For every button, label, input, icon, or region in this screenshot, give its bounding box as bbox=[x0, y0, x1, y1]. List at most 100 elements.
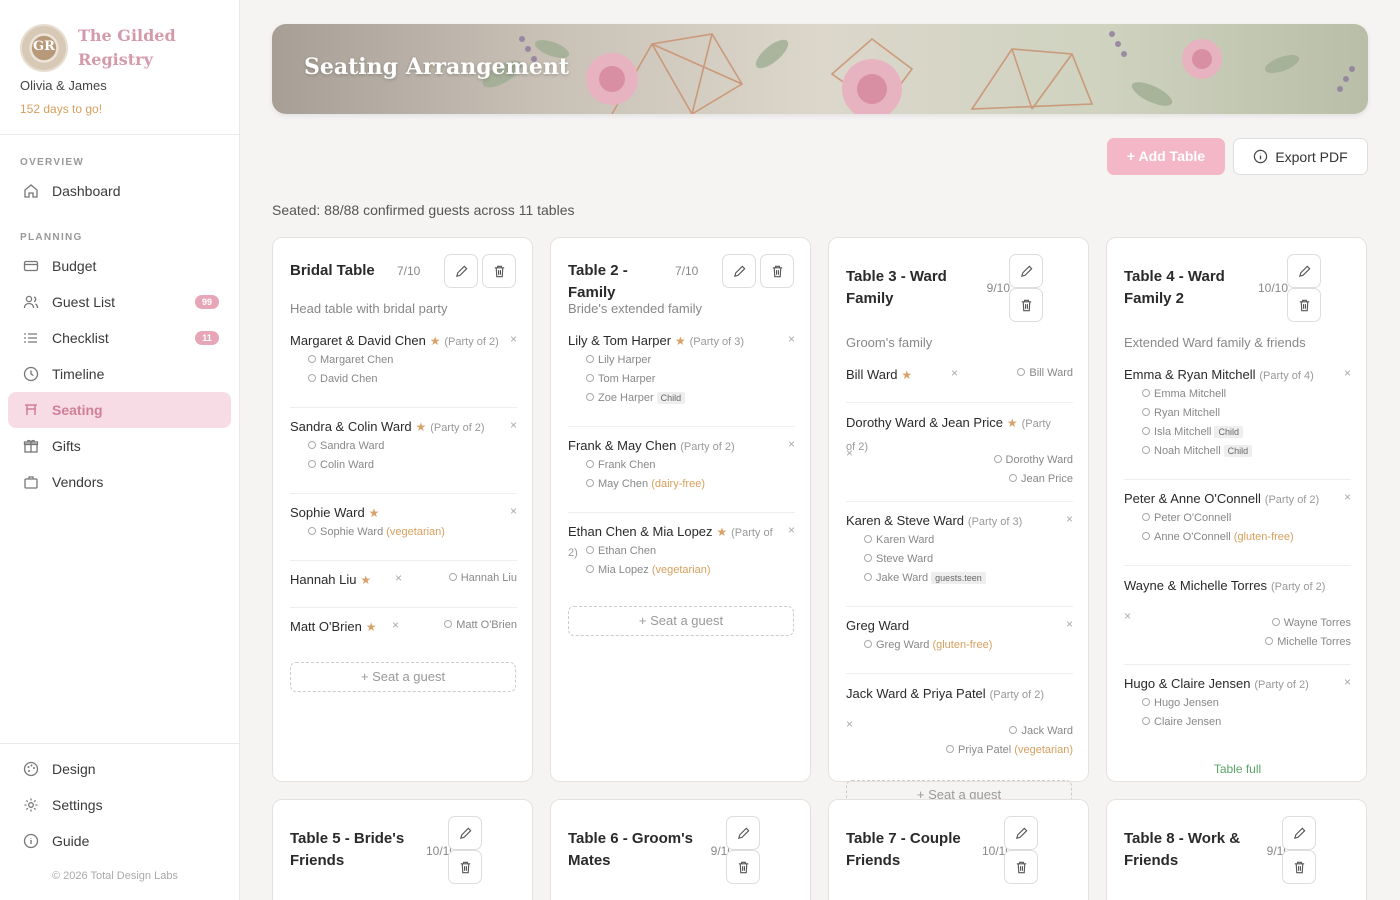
remove-guest-button[interactable]: × bbox=[951, 366, 958, 380]
party-size: (Party of 2) bbox=[1270, 581, 1326, 593]
remove-guest-button[interactable]: × bbox=[1066, 512, 1073, 526]
table-name: Table 5 - Bride's Friends bbox=[290, 830, 405, 869]
seat-guest-button[interactable]: + Seat a guest bbox=[568, 606, 794, 636]
guest-entry[interactable]: Hugo & Claire Jensen (Party of 2) × Hugo J… bbox=[1124, 674, 1351, 751]
person-icon bbox=[586, 479, 594, 487]
edit-table-button[interactable] bbox=[1287, 254, 1321, 288]
remove-guest-button[interactable]: × bbox=[510, 504, 517, 518]
guest-entry[interactable]: Jack Ward & Priya Patel (Party of 2) × Jac… bbox=[846, 683, 1073, 773]
member-name: Ryan Mitchell bbox=[1154, 407, 1221, 419]
remove-guest-button[interactable]: × bbox=[846, 446, 853, 460]
sidebar-item-design[interactable]: Design bbox=[8, 751, 231, 787]
export-pdf-button[interactable]: Export PDF bbox=[1233, 138, 1368, 175]
edit-table-button[interactable] bbox=[1004, 816, 1038, 850]
sidebar: GR The Gilded Registry Olivia & James 15… bbox=[0, 0, 240, 900]
seat-guest-button[interactable]: + Seat a guest bbox=[290, 662, 516, 692]
guest-entry[interactable]: Emma & Ryan Mitchell (Party of 4) × Emma M… bbox=[1124, 365, 1351, 480]
person-icon bbox=[1271, 618, 1280, 626]
sidebar-item-timeline[interactable]: Timeline bbox=[8, 356, 231, 392]
add-table-button[interactable]: + Add Table bbox=[1107, 138, 1225, 175]
table-count: 9/10 bbox=[986, 281, 1010, 295]
edit-table-button[interactable] bbox=[726, 816, 760, 850]
guest-entry[interactable]: Frank & May Chen (Party of 2) × Frank Chen… bbox=[568, 436, 795, 513]
member-name: Claire Jensen bbox=[1154, 716, 1222, 728]
star-icon: ★ bbox=[674, 334, 686, 348]
pencil-icon bbox=[737, 827, 749, 839]
remove-guest-button[interactable]: × bbox=[395, 571, 402, 585]
remove-guest-button[interactable]: × bbox=[510, 418, 517, 432]
delete-table-button[interactable] bbox=[1287, 288, 1321, 322]
remove-guest-button[interactable]: × bbox=[1344, 675, 1351, 689]
guest-entry[interactable]: Greg Ward × Greg Ward (gluten-free) bbox=[846, 616, 1073, 674]
guest-name: Karen & Steve Ward bbox=[846, 513, 965, 528]
guest-entry[interactable]: Margaret & David Chen ★ (Party of 2) × Mar… bbox=[290, 331, 517, 408]
edit-table-button[interactable] bbox=[444, 254, 478, 288]
member-name: Sandra Ward bbox=[320, 440, 385, 452]
remove-guest-button[interactable]: × bbox=[788, 523, 795, 537]
pencil-icon bbox=[1293, 827, 1305, 839]
seat-member: Hannah Liu bbox=[448, 572, 517, 584]
person-icon bbox=[1142, 427, 1150, 435]
seat-member: Karen Ward bbox=[864, 534, 934, 546]
party-size: (Party of 3) bbox=[967, 516, 1023, 528]
remove-guest-button[interactable]: × bbox=[788, 437, 795, 451]
remove-guest-button[interactable]: × bbox=[1124, 609, 1131, 623]
logo-monogram: GR bbox=[33, 39, 55, 54]
sidebar-item-seating[interactable]: Seating bbox=[8, 392, 231, 428]
seat-member: Frank Chen bbox=[586, 459, 655, 471]
edit-table-button[interactable] bbox=[722, 254, 756, 288]
edit-table-button[interactable] bbox=[448, 816, 482, 850]
guest-entry[interactable]: Matt O'Brien ★ × Matt O'Brien bbox=[290, 617, 517, 655]
remove-guest-button[interactable]: × bbox=[510, 332, 517, 346]
delete-table-button[interactable] bbox=[1004, 850, 1038, 884]
edit-table-button[interactable] bbox=[1282, 816, 1316, 850]
delete-table-button[interactable] bbox=[726, 850, 760, 884]
sidebar-item-guide[interactable]: Guide bbox=[8, 823, 231, 859]
guest-entry[interactable]: Ethan Chen & Mia Lopez ★ (Party of 2) × Et… bbox=[568, 522, 795, 599]
delete-table-button[interactable] bbox=[448, 850, 482, 884]
table-name: Table 7 - Couple Friends bbox=[846, 830, 961, 869]
edit-table-button[interactable] bbox=[1009, 254, 1043, 288]
member-name: Matt O'Brien bbox=[456, 619, 517, 631]
person-icon bbox=[308, 374, 316, 382]
guest-entry[interactable]: Wayne & Michelle Torres (Party of 2) × Way… bbox=[1124, 575, 1351, 665]
sidebar-item-guest-list[interactable]: Guest List 99 bbox=[8, 284, 231, 320]
remove-guest-button[interactable]: × bbox=[1344, 366, 1351, 380]
sidebar-item-dashboard[interactable]: Dashboard bbox=[8, 173, 231, 209]
guest-entry[interactable]: Bill Ward ★ × Bill Ward bbox=[846, 365, 1073, 403]
pencil-icon bbox=[455, 265, 467, 277]
delete-table-button[interactable] bbox=[760, 254, 794, 288]
person-icon bbox=[308, 527, 316, 535]
sidebar-item-gifts[interactable]: Gifts bbox=[8, 428, 231, 464]
trash-icon bbox=[494, 265, 504, 277]
remove-guest-button[interactable]: × bbox=[1344, 490, 1351, 504]
delete-table-button[interactable] bbox=[1009, 288, 1043, 322]
dietary-note: (gluten-free) bbox=[1233, 531, 1294, 543]
export-label: Export PDF bbox=[1275, 148, 1348, 165]
guest-entry[interactable]: Hannah Liu ★ × Hannah Liu bbox=[290, 570, 517, 608]
remove-guest-button[interactable]: × bbox=[1066, 617, 1073, 631]
party-size: (Party of 2) bbox=[1264, 494, 1320, 506]
seat-member: Jean Price bbox=[1009, 473, 1073, 485]
sidebar-item-vendors[interactable]: Vendors bbox=[8, 464, 231, 500]
remove-guest-button[interactable]: × bbox=[392, 618, 399, 632]
sidebar-item-settings[interactable]: Settings bbox=[8, 787, 231, 823]
sidebar-item-budget[interactable]: Budget bbox=[8, 248, 231, 284]
delete-table-button[interactable] bbox=[1282, 850, 1316, 884]
guest-entry[interactable]: Karen & Steve Ward (Party of 3) × Karen Wa… bbox=[846, 511, 1073, 607]
seat-member: Isla Mitchell Child bbox=[1142, 426, 1243, 438]
remove-guest-button[interactable]: × bbox=[846, 717, 853, 731]
star-icon: ★ bbox=[365, 620, 377, 634]
seat-member: Margaret Chen bbox=[308, 354, 393, 366]
guest-entry[interactable]: Dorothy Ward & Jean Price ★ (Party of 2)… bbox=[846, 412, 1073, 502]
star-icon: ★ bbox=[901, 368, 913, 382]
seat-member: Anne O'Connell (gluten-free) bbox=[1142, 531, 1294, 543]
remove-guest-button[interactable]: × bbox=[788, 332, 795, 346]
guest-entry[interactable]: Sandra & Colin Ward ★ (Party of 2) × Sandr… bbox=[290, 417, 517, 494]
guest-entry[interactable]: Peter & Anne O'Connell (Party of 2) × Pete… bbox=[1124, 489, 1351, 566]
guest-entry[interactable]: Sophie Ward ★ × Sophie Ward (vegetarian) bbox=[290, 503, 517, 561]
guest-entry[interactable]: Lily & Tom Harper ★ (Party of 3) × Lily Ha… bbox=[568, 331, 795, 427]
delete-table-button[interactable] bbox=[482, 254, 516, 288]
seat-member: Peter O'Connell bbox=[1142, 512, 1231, 524]
sidebar-item-checklist[interactable]: Checklist 11 bbox=[8, 320, 231, 356]
